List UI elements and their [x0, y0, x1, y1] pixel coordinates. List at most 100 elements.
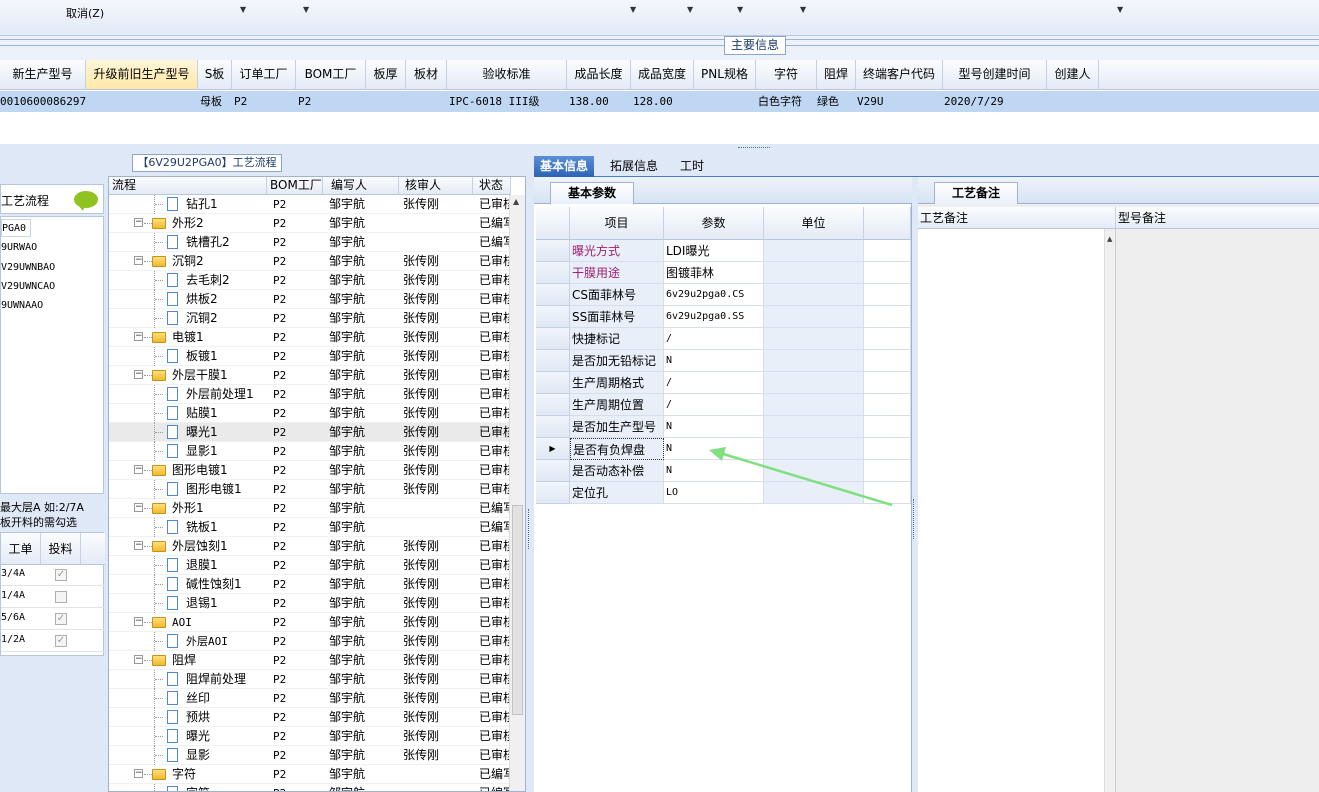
collapse-toggle-icon[interactable]: −	[134, 465, 143, 474]
tree-row[interactable]: 退锡1 P2 邹宇航 张传刚 已审核	[109, 594, 511, 613]
col-header[interactable]: 阻焊	[817, 60, 856, 90]
col-header[interactable]: 流程	[109, 177, 267, 195]
collapse-toggle-icon[interactable]: −	[134, 541, 143, 550]
tree-row[interactable]: − 外形1 P2 邹宇航 已编写	[109, 499, 511, 518]
collapse-toggle-icon[interactable]: −	[134, 218, 143, 227]
tab-basic-info[interactable]: 基本信息	[534, 156, 595, 177]
col-header[interactable]: 板厚	[366, 60, 406, 90]
tree-row[interactable]: − 电镀1 P2 邹宇航 张传刚 已审核	[109, 328, 511, 347]
chevron-down-icon[interactable]: ▼	[800, 5, 806, 14]
cancel-button[interactable]: 取消(Z)	[66, 5, 104, 21]
col-header[interactable]: 创建人	[1047, 60, 1099, 90]
tree-row[interactable]: 外层前处理1 P2 邹宇航 张传刚 已审核	[109, 385, 511, 404]
col-header[interactable]: BOM工厂	[267, 177, 323, 195]
table-row[interactable]: 1/2A ✓	[1, 631, 105, 652]
list-item[interactable]: V29UWNBAO	[1, 259, 55, 277]
tab-process-notes[interactable]: 工艺备注	[934, 182, 1018, 204]
collapse-toggle-icon[interactable]: −	[134, 617, 143, 626]
col-header[interactable]: 工单	[1, 533, 41, 565]
scroll-up-icon[interactable]: ▲	[513, 197, 519, 206]
tree-row[interactable]: − AOI P2 邹宇航 张传刚 已审核	[109, 613, 511, 632]
collapse-toggle-icon[interactable]: −	[134, 370, 143, 379]
vertical-splitter[interactable]	[526, 154, 534, 792]
vertical-scrollbar[interactable]: ▲	[509, 195, 525, 791]
col-header[interactable]: BOM工厂	[296, 60, 366, 90]
tree-row[interactable]: 钻孔1 P2 邹宇航 张传刚 已审核	[109, 195, 511, 214]
table-row[interactable]: 5/6A ✓	[1, 609, 105, 630]
col-header[interactable]: S板	[198, 60, 232, 90]
col-header[interactable]: 投料	[41, 533, 81, 565]
col-header[interactable]: 验收标准	[447, 60, 567, 90]
col-header[interactable]: 终端客户代码	[856, 60, 943, 90]
vertical-scrollbar[interactable]: ▲	[1104, 229, 1116, 792]
tab-extended-info[interactable]: 拓展信息	[604, 156, 664, 177]
tree-row[interactable]: − 图形电镀1 P2 邹宇航 张传刚 已审核	[109, 461, 511, 480]
table-row[interactable]: 0010600086297 母板 P2 P2 IPC-6018 III级 138…	[0, 91, 1319, 112]
collapse-toggle-icon[interactable]: −	[134, 332, 143, 341]
chat-bubble-icon[interactable]	[74, 191, 98, 211]
tree-row[interactable]: 贴膜1 P2 邹宇航 张传刚 已审核	[109, 404, 511, 423]
col-header[interactable]: 板材	[406, 60, 447, 90]
tree-row[interactable]: 丝印 P2 邹宇航 张传刚 已审核	[109, 689, 511, 708]
col-header[interactable]: 工艺备注	[918, 207, 1116, 229]
tree-row[interactable]: 去毛刺2 P2 邹宇航 张传刚 已审核	[109, 271, 511, 290]
tree-row[interactable]: − 外层干膜1 P2 邹宇航 张传刚 已审核	[109, 366, 511, 385]
process-note-textarea[interactable]	[918, 229, 1104, 792]
tree-row[interactable]: 图形电镀1 P2 邹宇航 张传刚 已审核	[109, 480, 511, 499]
col-header[interactable]: PNL规格	[694, 60, 756, 90]
list-item[interactable]: 9URWAO	[1, 239, 37, 257]
col-header[interactable]: 成品长度	[567, 60, 631, 90]
tree-row[interactable]: 阻焊前处理 P2 邹宇航 张传刚 已审核	[109, 670, 511, 689]
list-item[interactable]: V29UWNCAO	[1, 278, 55, 296]
feed-checkbox[interactable]: ✓	[55, 635, 67, 647]
tree-row[interactable]: 沉铜2 P2 邹宇航 张传刚 已审核	[109, 309, 511, 328]
col-header[interactable]: 状态	[473, 177, 511, 195]
tree-row[interactable]: − 沉铜2 P2 邹宇航 张传刚 已审核	[109, 252, 511, 271]
tree-row[interactable]: − 字符 P2 邹宇航 已编写	[109, 765, 511, 784]
tree-row[interactable]: 预烘 P2 邹宇航 张传刚 已审核	[109, 708, 511, 727]
chevron-down-icon[interactable]: ▼	[687, 5, 693, 14]
chevron-down-icon[interactable]: ▼	[737, 5, 743, 14]
tree-row[interactable]: 退膜1 P2 邹宇航 张传刚 已审核	[109, 556, 511, 575]
col-header[interactable]: 编写人	[323, 177, 399, 195]
col-header[interactable]: 成品宽度	[631, 60, 694, 90]
table-row[interactable]: 1/4A	[1, 587, 105, 608]
tree-row[interactable]: 字符 P2 邹宇航 已编写	[109, 784, 511, 791]
collapse-toggle-icon[interactable]: −	[134, 503, 143, 512]
tree-row[interactable]: 烘板2 P2 邹宇航 张传刚 已审核	[109, 290, 511, 309]
feed-checkbox[interactable]: ✓	[55, 613, 67, 625]
tree-row[interactable]: − 外层蚀刻1 P2 邹宇航 张传刚 已审核	[109, 537, 511, 556]
tab-work-hours[interactable]: 工时	[674, 156, 710, 177]
list-item[interactable]: 9UWNAAO	[1, 297, 43, 315]
tree-row[interactable]: − 外形2 P2 邹宇航 已编写	[109, 214, 511, 233]
horizontal-splitter[interactable]	[0, 144, 1319, 154]
chevron-down-icon[interactable]: ▼	[630, 5, 636, 14]
scroll-up-icon[interactable]: ▲	[1107, 235, 1112, 243]
col-header[interactable]: 升级前旧生产型号	[86, 60, 198, 90]
feed-checkbox[interactable]	[55, 591, 67, 603]
tree-row[interactable]: 板镀1 P2 邹宇航 张传刚 已审核	[109, 347, 511, 366]
col-header[interactable]: 订单工厂	[232, 60, 296, 90]
collapse-toggle-icon[interactable]: −	[134, 655, 143, 664]
table-row[interactable]: 3/4A ✓	[1, 565, 105, 586]
col-header[interactable]: 字符	[756, 60, 817, 90]
tree-row[interactable]: 外层AOI P2 邹宇航 张传刚 已审核	[109, 632, 511, 651]
chevron-down-icon[interactable]: ▼	[303, 5, 309, 14]
tree-row[interactable]: 铣槽孔2 P2 邹宇航 已编写	[109, 233, 511, 252]
col-header[interactable]: 型号备注	[1116, 207, 1319, 229]
chevron-down-icon[interactable]: ▼	[240, 5, 246, 14]
tree-row[interactable]: 铣板1 P2 邹宇航 已编写	[109, 518, 511, 537]
chevron-down-icon[interactable]: ▼	[1117, 5, 1123, 14]
col-header[interactable]: 新生产型号	[0, 60, 86, 90]
col-header[interactable]: 型号创建时间	[943, 60, 1047, 90]
scroll-thumb[interactable]	[512, 505, 523, 715]
feed-checkbox[interactable]: ✓	[55, 569, 67, 581]
tree-row[interactable]: 曝光 P2 邹宇航 张传刚 已审核	[109, 727, 511, 746]
collapse-toggle-icon[interactable]: −	[134, 769, 143, 778]
tree-row[interactable]: 显影1 P2 邹宇航 张传刚 已审核	[109, 442, 511, 461]
tree-row[interactable]: 碱性蚀刻1 P2 邹宇航 张传刚 已审核	[109, 575, 511, 594]
tree-row[interactable]: 显影 P2 邹宇航 张传刚 已审核	[109, 746, 511, 765]
tree-row[interactable]: 曝光1 P2 邹宇航 张传刚 已审核	[109, 423, 511, 442]
list-item[interactable]: PGA0	[1, 219, 32, 237]
tree-row[interactable]: − 阻焊 P2 邹宇航 张传刚 已审核	[109, 651, 511, 670]
